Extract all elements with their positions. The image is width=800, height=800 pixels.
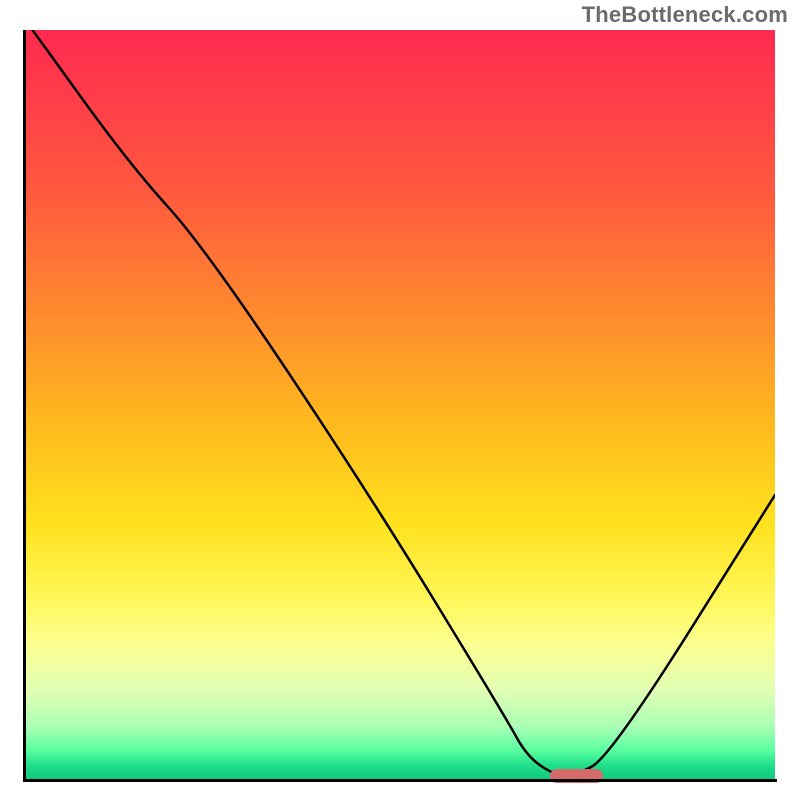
- y-axis: [23, 30, 26, 782]
- x-axis: [25, 779, 777, 782]
- watermark-text: TheBottleneck.com: [582, 2, 788, 28]
- bottleneck-curve: [25, 30, 775, 780]
- bottleneck-chart: TheBottleneck.com: [0, 0, 800, 800]
